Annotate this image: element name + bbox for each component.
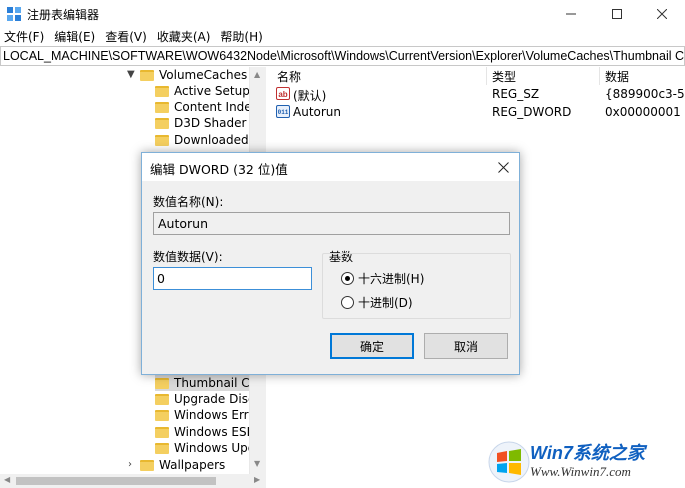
value-name: (默认) xyxy=(293,89,327,103)
tree-item[interactable]: Windows ESD i xyxy=(155,424,263,440)
tree-item-label: VolumeCaches xyxy=(159,68,248,82)
value-data: 0x00000001 (1 xyxy=(605,105,685,119)
chevron-down-icon[interactable]: ▼ xyxy=(127,69,135,80)
close-window-button[interactable] xyxy=(639,0,685,28)
folder-icon xyxy=(155,442,169,454)
close-icon xyxy=(497,161,509,173)
column-header-name[interactable]: 名称 xyxy=(277,68,301,85)
chevron-right-icon[interactable]: › xyxy=(128,459,132,470)
tree-item[interactable]: Windows Error xyxy=(155,407,261,423)
folder-icon xyxy=(155,117,169,129)
ok-button[interactable]: 确定 xyxy=(330,333,414,359)
address-path: LOCAL_MACHINE\SOFTWARE\WOW6432Node\Micro… xyxy=(3,49,685,63)
minimize-icon xyxy=(566,13,576,15)
folder-icon xyxy=(155,409,169,421)
value-type: REG_DWORD xyxy=(492,105,572,119)
dialog-title: 编辑 DWORD (32 位)值 xyxy=(150,162,288,177)
value-name-label: 数值名称(N): xyxy=(153,195,224,209)
title-bar: 注册表编辑器 xyxy=(0,0,685,28)
tree-item-wallpapers[interactable]: Wallpapers xyxy=(140,457,225,473)
tree-item[interactable]: Windows Upgr xyxy=(155,440,260,456)
string-value-icon: ab xyxy=(276,87,290,100)
edit-dword-dialog: 编辑 DWORD (32 位)值 数值名称(N): Autorun 数值数据(V… xyxy=(141,152,520,375)
menu-favorites[interactable]: 收藏夹(A) xyxy=(153,28,215,46)
value-name: Autorun xyxy=(293,105,342,119)
window-title: 注册表编辑器 xyxy=(27,8,100,22)
dword-value-icon: 011 xyxy=(276,105,290,118)
value-type: REG_SZ xyxy=(492,87,540,101)
scroll-down-arrow-icon[interactable]: ▼ xyxy=(254,459,260,468)
radio-hex-label: 十六进制(H) xyxy=(358,272,425,286)
radio-hexadecimal[interactable]: 十六进制(H) xyxy=(341,270,424,287)
address-bar[interactable]: LOCAL_MACHINE\SOFTWARE\WOW6432Node\Micro… xyxy=(0,46,685,66)
column-divider[interactable] xyxy=(599,67,600,85)
folder-icon xyxy=(155,134,169,146)
value-data-label: 数值数据(V): xyxy=(153,250,223,264)
tree-item-label: Windows Upgr xyxy=(174,441,261,455)
value-name-field: Autorun xyxy=(153,212,510,235)
value-data: {889900c3-59 xyxy=(605,87,685,101)
menu-help[interactable]: 帮助(H) xyxy=(216,28,266,46)
folder-icon xyxy=(155,377,169,389)
folder-icon xyxy=(155,101,169,113)
radio-dec-label: 十进制(D) xyxy=(358,296,413,310)
menu-file[interactable]: 文件(F) xyxy=(0,28,48,46)
radio-unselected-icon[interactable] xyxy=(341,296,354,309)
tree-item-label: Wallpapers xyxy=(159,458,226,472)
value-data-input[interactable]: 0 xyxy=(153,267,312,290)
folder-icon xyxy=(155,426,169,438)
tree-item-label: Downloaded P xyxy=(174,133,260,147)
tree-item-label: Windows Error xyxy=(174,408,261,422)
maximize-icon xyxy=(612,9,622,19)
minimize-button[interactable] xyxy=(548,0,594,28)
close-icon xyxy=(657,9,667,19)
list-row[interactable]: 011 Autorun REG_DWORD 0x00000001 (1 xyxy=(272,103,685,121)
windows-flag-logo-icon xyxy=(488,441,530,483)
folder-icon xyxy=(155,85,169,97)
folder-icon xyxy=(140,459,154,471)
scroll-left-arrow-icon[interactable]: ◀ xyxy=(4,475,10,484)
menu-view[interactable]: 查看(V) xyxy=(101,28,151,46)
list-row[interactable]: ab (默认) REG_SZ {889900c3-59 xyxy=(272,85,685,103)
tree-item-volumecaches[interactable]: VolumeCaches xyxy=(140,67,247,83)
tree-item[interactable]: Downloaded P xyxy=(155,132,260,148)
scroll-right-arrow-icon[interactable]: ▶ xyxy=(254,475,260,484)
watermark-logo: Win7系统之家 Www.Winwin7.com xyxy=(488,437,685,488)
tree-item[interactable]: Upgrade Disca xyxy=(155,391,262,407)
scroll-up-arrow-icon[interactable]: ▲ xyxy=(254,70,260,79)
column-header-type[interactable]: 类型 xyxy=(492,68,516,85)
radio-selected-icon[interactable] xyxy=(341,272,354,285)
watermark-url: Www.Winwin7.com xyxy=(530,464,631,479)
folder-icon xyxy=(155,393,169,405)
registry-editor-icon xyxy=(7,7,21,21)
scrollbar-thumb[interactable] xyxy=(16,477,216,485)
column-divider[interactable] xyxy=(486,67,487,85)
watermark-brand: Win7系统之家 xyxy=(530,443,645,463)
list-header: 名称 类型 数据 xyxy=(272,67,685,85)
folder-icon xyxy=(140,69,154,81)
radio-decimal[interactable]: 十进制(D) xyxy=(341,294,413,311)
dialog-close-button[interactable] xyxy=(493,158,513,176)
maximize-button[interactable] xyxy=(594,0,640,28)
cancel-button[interactable]: 取消 xyxy=(424,333,508,359)
dialog-title-bar: 编辑 DWORD (32 位)值 xyxy=(142,153,519,181)
tree-horizontal-scrollbar[interactable]: ◀ ▶ xyxy=(0,474,266,488)
menu-edit[interactable]: 编辑(E) xyxy=(50,28,99,46)
column-header-data[interactable]: 数据 xyxy=(605,68,629,85)
menu-bar: 文件(F) 编辑(E) 查看(V) 收藏夹(A) 帮助(H) xyxy=(0,28,685,46)
